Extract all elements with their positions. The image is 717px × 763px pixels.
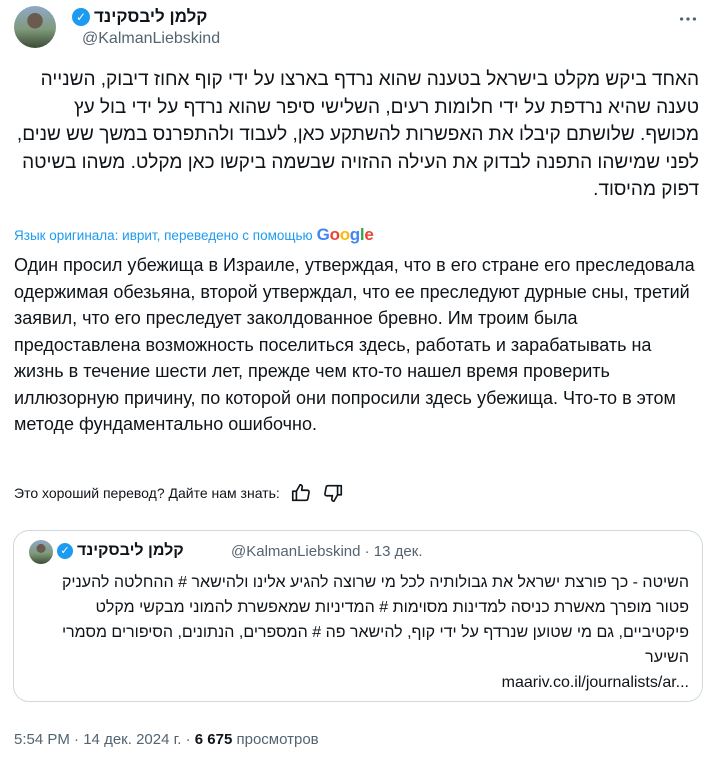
tweet-header: קלמן ליבסקינד ✓ @KalmanLiebskind: [14, 6, 704, 50]
translation-note-label: Язык оригинала: иврит, переведено с помо…: [14, 227, 313, 243]
quoted-tweet-body: השיטה - כך פורצת ישראל את גבולותיה לכל מ…: [61, 574, 689, 666]
views-count: 6 675: [194, 731, 233, 748]
tweet-footer: 5:54 PM · 14 дек. 2024 г. · 6 675 просмо…: [14, 731, 319, 748]
thumbs-up-icon[interactable]: [290, 482, 312, 504]
translated-tweet-text: Один просил убежища в Израиле, утверждая…: [14, 255, 695, 434]
translation-note[interactable]: Язык оригинала: иврит, переведено с помо…: [14, 225, 374, 245]
more-options-button[interactable]: [672, 8, 704, 36]
verified-badge-icon: ✓: [57, 543, 73, 559]
quoted-author-name-row: קלמן ליבסקינד ✓: [57, 542, 184, 560]
quoted-date: · 13 дек.: [364, 543, 423, 560]
google-logo: Google: [316, 225, 374, 244]
tweet-time[interactable]: 5:54 PM: [14, 731, 70, 748]
translation-feedback: Это хороший перевод? Дайте нам знать:: [14, 482, 344, 504]
quoted-tweet[interactable]: קלמן ליבסקינד ✓ @KalmanLiebskind · 13 де…: [13, 530, 703, 702]
quoted-tweet-header: קלמן ליבסקינד ✓ @KalmanLiebskind · 13 де…: [29, 539, 689, 565]
author-name[interactable]: קלמן ליבסקינד: [94, 7, 207, 27]
quoted-tweet-link[interactable]: maariv.co.il/journalists/ar...: [502, 674, 689, 691]
quoted-author-avatar: [29, 540, 53, 564]
author-handle[interactable]: @KalmanLiebskind: [82, 30, 220, 48]
author-name-row[interactable]: קלמן ליבסקינד ✓: [72, 7, 207, 27]
tweet-date[interactable]: 14 дек. 2024 г.: [83, 731, 181, 748]
feedback-label: Это хороший перевод? Дайте нам знать:: [14, 485, 280, 501]
quoted-tweet-text: השיטה - כך פורצת ישראל את גבולותיה לכל מ…: [29, 570, 689, 695]
more-horizontal-icon: [679, 17, 697, 21]
author-avatar[interactable]: [14, 6, 56, 48]
quoted-author-handle: @KalmanLiebskind: [231, 543, 361, 560]
verified-badge-icon: ✓: [72, 8, 90, 26]
views-label: просмотров: [232, 731, 319, 748]
thumbs-down-icon[interactable]: [322, 482, 344, 504]
quoted-author-name: קלמן ליבסקינד: [77, 542, 184, 559]
original-tweet-text: האחד ביקש מקלט בישראל בטענה שהוא נרדף בא…: [16, 69, 699, 200]
quoted-meta: @KalmanLiebskind · 13 дек.: [231, 543, 422, 560]
